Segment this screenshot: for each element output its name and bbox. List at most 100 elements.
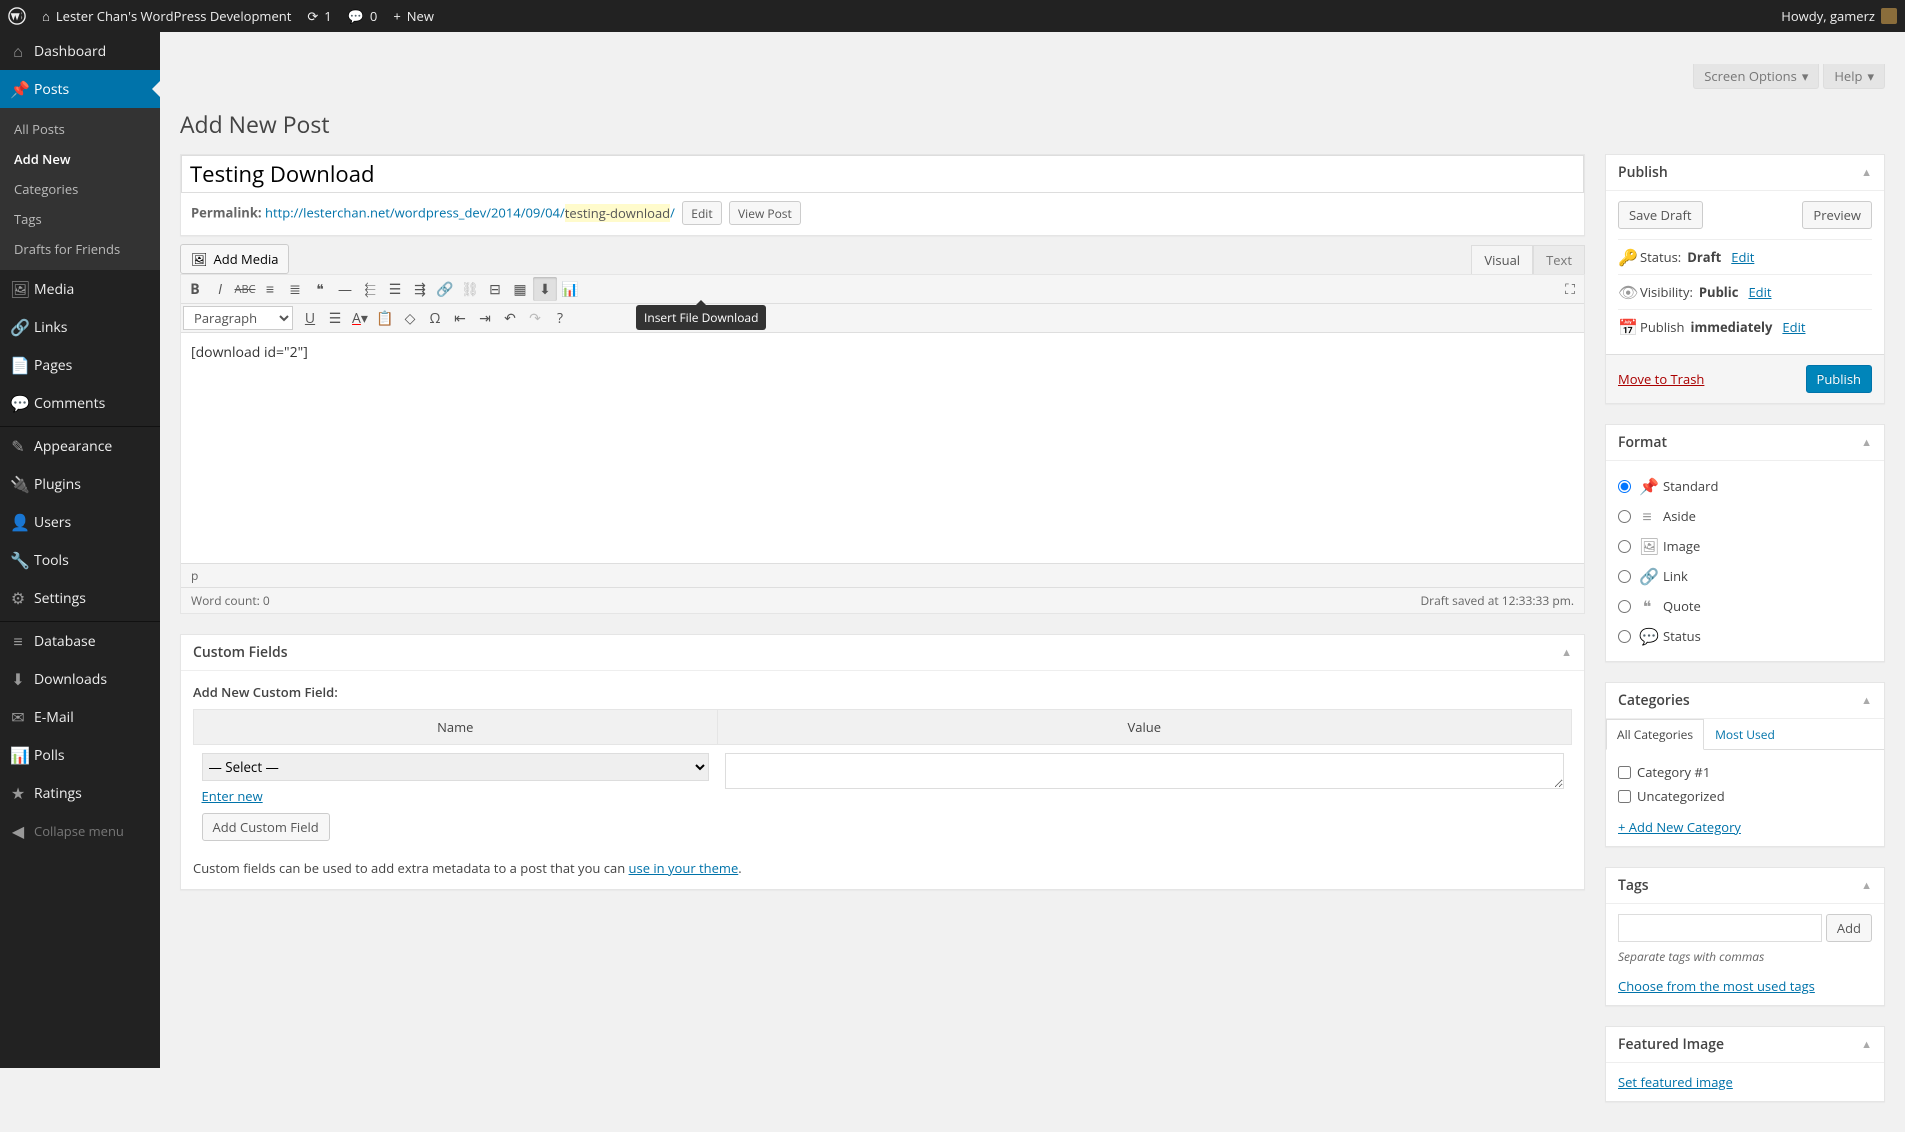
nav-collapse-menu[interactable]: ◀Collapse menu <box>0 812 160 850</box>
format-link[interactable]: 🔗 Link <box>1618 561 1872 591</box>
nav-plugins[interactable]: 🔌Plugins <box>0 465 160 503</box>
site-name[interactable]: ⌂ Lester Chan's WordPress Development <box>42 7 291 25</box>
tag-input[interactable] <box>1618 914 1822 942</box>
tab-visual[interactable]: Visual <box>1471 245 1533 274</box>
nav-e-mail[interactable]: ✉E-Mail <box>0 698 160 736</box>
new-content[interactable]: + New <box>393 7 434 25</box>
toolbar-toggle-button[interactable]: ▦ <box>508 277 532 301</box>
undo-button[interactable]: ↶ <box>498 306 522 330</box>
nav-posts[interactable]: 📌Posts <box>0 70 160 108</box>
insert-download-button[interactable]: ⬇ <box>533 277 557 301</box>
special-char-button[interactable]: Ω <box>423 306 447 330</box>
toggle-icon[interactable]: ▲ <box>1561 645 1572 660</box>
toggle-icon[interactable]: ▲ <box>1861 693 1872 708</box>
hr-button[interactable]: — <box>333 277 357 301</box>
align-right-button[interactable]: ⇶ <box>408 277 432 301</box>
italic-button[interactable]: I <box>208 277 232 301</box>
publish-button[interactable]: Publish <box>1806 365 1872 393</box>
nav-downloads[interactable]: ⬇Downloads <box>0 660 160 698</box>
my-account[interactable]: Howdy, gamerz <box>1781 7 1897 25</box>
fullscreen-button[interactable]: ⛶ <box>1558 277 1582 301</box>
subnav-drafts-for-friends[interactable]: Drafts for Friends <box>0 234 160 264</box>
more-button[interactable]: ⊟ <box>483 277 507 301</box>
outdent-button[interactable]: ⇤ <box>448 306 472 330</box>
format-image[interactable]: 🖼 Image <box>1618 531 1872 561</box>
redo-button[interactable]: ↷ <box>523 306 547 330</box>
editor-content[interactable]: [download id="2"] <box>181 333 1584 563</box>
nav-database[interactable]: ≡Database <box>0 622 160 660</box>
nav-links[interactable]: 🔗Links <box>0 308 160 346</box>
post-title-input[interactable] <box>181 155 1584 193</box>
subnav-categories[interactable]: Categories <box>0 174 160 204</box>
format-status[interactable]: 💬 Status <box>1618 621 1872 651</box>
post-slug[interactable]: testing-download <box>565 204 670 222</box>
strikethrough-button[interactable]: ABC <box>233 277 257 301</box>
set-featured-link[interactable]: Set featured image <box>1618 1073 1733 1091</box>
add-custom-field-button[interactable]: Add Custom Field <box>202 813 330 841</box>
subnav-add-new[interactable]: Add New <box>0 144 160 174</box>
format-quote[interactable]: ❝ Quote <box>1618 591 1872 621</box>
toggle-icon[interactable]: ▲ <box>1861 1037 1872 1052</box>
permalink[interactable]: http://lesterchan.net/wordpress_dev/2014… <box>265 204 675 222</box>
comments-count[interactable]: 💬 0 <box>348 7 378 25</box>
wp-logo[interactable] <box>8 7 26 25</box>
format-aside[interactable]: ≡ Aside <box>1618 501 1872 531</box>
textcolor-button[interactable]: A ▾ <box>348 306 372 330</box>
nav-users[interactable]: 👤Users <box>0 503 160 541</box>
nav-settings[interactable]: ⚙Settings <box>0 579 160 617</box>
nav-tools[interactable]: 🔧Tools <box>0 541 160 579</box>
save-draft-button[interactable]: Save Draft <box>1618 201 1703 229</box>
unlink-button[interactable]: ⛓ <box>458 277 482 301</box>
edit-visibility-link[interactable]: Edit <box>1748 283 1771 301</box>
bold-button[interactable]: B <box>183 277 207 301</box>
cf-value-textarea[interactable] <box>725 753 1563 789</box>
justify-button[interactable]: ☰ <box>323 306 347 330</box>
view-post-button[interactable]: View Post <box>729 201 801 225</box>
toggle-icon[interactable]: ▲ <box>1861 165 1872 180</box>
paste-text-button[interactable]: 📋 <box>373 306 397 330</box>
add-tag-button[interactable]: Add <box>1826 914 1872 942</box>
indent-button[interactable]: ⇥ <box>473 306 497 330</box>
nav-media[interactable]: 🖼Media <box>0 270 160 308</box>
insert-poll-button[interactable]: 📊 <box>558 277 582 301</box>
choose-tags-link[interactable]: Choose from the most used tags <box>1618 977 1815 995</box>
bullet-list-button[interactable]: ≡ <box>258 277 282 301</box>
cat-tab-most[interactable]: Most Used <box>1704 719 1786 750</box>
nav-comments[interactable]: 💬Comments <box>0 384 160 422</box>
nav-dashboard[interactable]: ⌂Dashboard <box>0 32 160 70</box>
align-center-button[interactable]: ☰ <box>383 277 407 301</box>
toggle-icon[interactable]: ▲ <box>1861 435 1872 450</box>
subnav-all-posts[interactable]: All Posts <box>0 114 160 144</box>
link-button[interactable]: 🔗 <box>433 277 457 301</box>
screen-options-toggle[interactable]: Screen Options ▾ <box>1693 64 1819 89</box>
help-toggle[interactable]: Help ▾ <box>1823 64 1885 89</box>
add-category-link[interactable]: + Add New Category <box>1618 818 1741 836</box>
cf-name-select[interactable]: — Select — <box>202 753 710 781</box>
tab-text[interactable]: Text <box>1533 245 1585 274</box>
toggle-icon[interactable]: ▲ <box>1861 878 1872 893</box>
add-media-button[interactable]: 🖼Add Media <box>180 244 289 274</box>
edit-slug-button[interactable]: Edit <box>682 201 721 225</box>
format-select[interactable]: Paragraph <box>183 306 293 330</box>
category-item[interactable]: Uncategorized <box>1618 784 1872 808</box>
updates[interactable]: ⟳ 1 <box>307 7 331 25</box>
cf-theme-link[interactable]: use in your theme <box>629 859 739 877</box>
clear-format-button[interactable]: ◇ <box>398 306 422 330</box>
number-list-button[interactable]: ≣ <box>283 277 307 301</box>
help-button[interactable]: ? <box>548 306 572 330</box>
cf-enter-new-link[interactable]: Enter new <box>202 787 263 805</box>
nav-pages[interactable]: 📄Pages <box>0 346 160 384</box>
edit-status-link[interactable]: Edit <box>1731 248 1754 266</box>
preview-button[interactable]: Preview <box>1802 201 1872 229</box>
nav-appearance[interactable]: ✎Appearance <box>0 427 160 465</box>
nav-polls[interactable]: 📊Polls <box>0 736 160 774</box>
format-standard[interactable]: 📌 Standard <box>1618 471 1872 501</box>
move-to-trash-link[interactable]: Move to Trash <box>1618 370 1704 388</box>
edit-schedule-link[interactable]: Edit <box>1782 318 1805 336</box>
nav-ratings[interactable]: ★Ratings <box>0 774 160 812</box>
underline-button[interactable]: U <box>298 306 322 330</box>
category-item[interactable]: Category #1 <box>1618 760 1872 784</box>
align-left-button[interactable]: ⬱ <box>358 277 382 301</box>
blockquote-button[interactable]: ❝ <box>308 277 332 301</box>
subnav-tags[interactable]: Tags <box>0 204 160 234</box>
